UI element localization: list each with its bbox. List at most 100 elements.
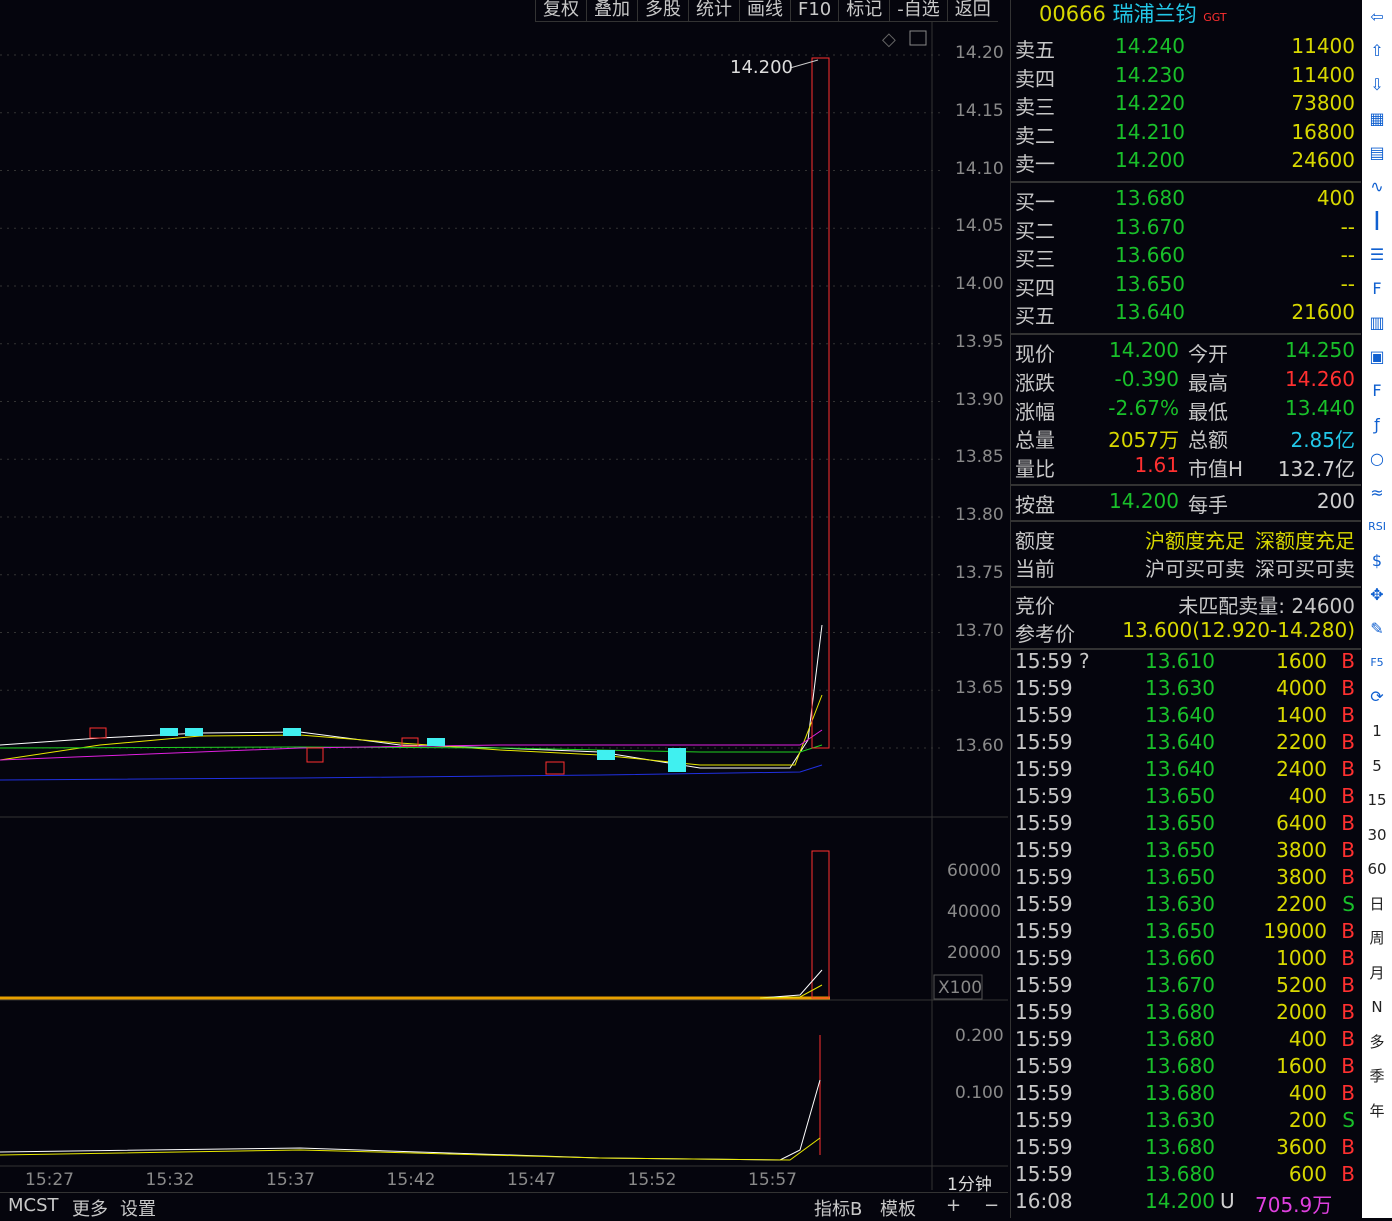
quote-value: 14.200 (1109, 489, 1179, 513)
quote-value: 15:59 ? (1015, 649, 1090, 673)
sector-icon[interactable]: ▥ (1362, 306, 1392, 340)
up-arrow-icon[interactable]: ⇧ (1362, 34, 1392, 68)
quote-value: 14.210 (1115, 119, 1185, 144)
quote-value: B (1341, 703, 1355, 727)
stat-row: 涨幅 -2.67% 最低 13.440 (1015, 396, 1357, 424)
toolbar-button[interactable]: -自选 (889, 0, 947, 21)
quote-value: 最高 (1188, 370, 1228, 395)
quote-value: 13.630 (1145, 676, 1215, 700)
circle-icon[interactable]: ○ (1362, 442, 1392, 476)
quote-value: 13.640 (1145, 703, 1215, 727)
quote-value: 200 (1288, 1108, 1327, 1132)
quote-value: 19000 (1263, 919, 1327, 943)
bottom-tab[interactable]: 设置 (120, 1195, 156, 1221)
toolbar-button[interactable]: 复权 (535, 0, 586, 21)
trade-row: 15:59 13.680 400 B (1015, 1081, 1357, 1109)
layout-toggle-icon[interactable] (909, 30, 927, 46)
period-button[interactable]: 15 (1362, 783, 1392, 818)
grid-icon[interactable]: ▤ (1362, 136, 1392, 170)
wave-icon[interactable]: ≈ (1362, 476, 1392, 510)
quote-value: 买一 (1015, 190, 1055, 214)
quote-value: 13.660 (1145, 946, 1215, 970)
notes-icon[interactable]: ▣ (1362, 340, 1392, 374)
trade-row: 15:59 13.680 3600 B (1015, 1135, 1357, 1163)
quote-value: 总额 (1188, 428, 1228, 453)
period-button[interactable]: 日 (1362, 887, 1392, 922)
bottom-button[interactable]: − (984, 1195, 999, 1216)
volume-axis-label: 40000 (947, 902, 1002, 922)
refresh-icon[interactable]: ⟳ (1362, 680, 1392, 714)
quote-value: 深可买可卖 (1255, 557, 1355, 581)
back-arrow-icon[interactable]: ⇦ (1362, 0, 1392, 34)
period-button[interactable]: 5 (1362, 749, 1392, 784)
quote-value: 15:59 (1015, 1081, 1073, 1105)
price-axis-label: 13.60 (955, 736, 1004, 756)
formula-icon[interactable]: ƒ (1362, 408, 1392, 442)
toolbar-button[interactable]: 统计 (688, 0, 739, 21)
bottom-tab[interactable]: MCST (8, 1195, 59, 1216)
move-icon[interactable]: ✥ (1362, 578, 1392, 612)
bottom-button[interactable]: + (946, 1195, 961, 1216)
toolbar-button[interactable]: 多股 (637, 0, 688, 21)
quote-value: B (1341, 649, 1355, 673)
down-arrow-icon[interactable]: ⇩ (1362, 68, 1392, 102)
f5-icon[interactable]: F5 (1362, 646, 1392, 680)
dollar-icon[interactable]: $ (1362, 544, 1392, 578)
line-chart-icon[interactable]: ∿ (1362, 170, 1392, 204)
trade-row: 15:59 13.650 6400 B (1015, 811, 1357, 839)
kline-chart[interactable]: 14.200 ◇ X100 (0, 22, 1008, 1190)
quote-value: 15:59 (1015, 1027, 1073, 1051)
diamond-icon[interactable]: ◇ (882, 29, 896, 50)
bottom-button[interactable]: 指标B (814, 1195, 862, 1221)
quote-value: 总量 (1015, 428, 1055, 453)
quote-value: 705.9万 (1255, 1193, 1333, 1217)
trade-row: 15:59 13.630 4000 B (1015, 676, 1357, 704)
toolbar-button[interactable]: F10 (790, 0, 838, 21)
candles (89, 57, 830, 775)
period-button[interactable]: 周 (1362, 921, 1392, 956)
table-icon[interactable]: ▦ (1362, 102, 1392, 136)
period-button[interactable]: N (1362, 990, 1392, 1025)
quote-value: 涨幅 (1015, 399, 1055, 424)
quote-value: 11400 (1291, 34, 1355, 58)
period-button[interactable]: 30 (1362, 818, 1392, 853)
quote-value: 13.680 (1145, 1027, 1215, 1051)
quote-value: -- (1340, 214, 1355, 239)
bottom-button[interactable]: 模板 (880, 1195, 916, 1221)
stat-row: 量比 1.61 市值H 132.7亿 (1015, 453, 1357, 481)
candle-icon[interactable]: ┃ (1362, 204, 1392, 238)
quote-value: 14.200 (1109, 338, 1179, 362)
period-button[interactable]: 月 (1362, 956, 1392, 991)
quote-panel: 00666 瑞浦兰钧 GGT 卖五 14.240 11400 卖四 14.230 1140… (1010, 0, 1361, 1218)
quote-value: B (1341, 865, 1355, 889)
period-button[interactable]: 年 (1362, 1094, 1392, 1129)
period-button[interactable]: 季 (1362, 1059, 1392, 1094)
quote-value: B (1341, 946, 1355, 970)
period-button[interactable]: 多 (1362, 1025, 1392, 1060)
period-button[interactable]: 60 (1362, 852, 1392, 887)
quote-value: 200 (1316, 489, 1355, 513)
quote-value: 竞价 (1015, 594, 1055, 618)
quote-value: 14.200 (1115, 148, 1185, 172)
toolbar-button[interactable]: 叠加 (586, 0, 637, 21)
toolbar-button[interactable]: 标记 (838, 0, 889, 21)
right-toolbar: ⇦ ⇧ ⇩ ▦ ▤ ∿ ┃ ☰ F ▥ ▣ Fƒ ○ ≈ RSI $ ✥ ✎ F5 ⟳ 1 5 15 30 60 日周月 N 多季年 (1362, 0, 1392, 1218)
trade-row: 15:59 13.650 3800 B (1015, 865, 1357, 893)
f10-icon[interactable]: F (1362, 272, 1392, 306)
bottom-tab[interactable]: 更多 (72, 1195, 108, 1221)
ma-line-yellow (0, 694, 823, 766)
toolbar-button[interactable]: 画线 (739, 0, 790, 21)
toolbar-button[interactable]: 返回 (946, 0, 998, 21)
list-icon[interactable]: ☰ (1362, 238, 1392, 272)
quote-value: 买二 (1015, 218, 1055, 243)
pencil-icon[interactable]: ✎ (1362, 612, 1392, 646)
trade-row: 15:59 13.680 400 B (1015, 1027, 1357, 1055)
period-button[interactable]: 1 (1362, 714, 1392, 749)
trade-row: 15:59 13.640 1400 B (1015, 703, 1357, 731)
indicator-axis-label: 0.200 (955, 1026, 1004, 1046)
rsi-icon[interactable]: RSI (1362, 510, 1392, 544)
quote-value: 13.650 (1145, 784, 1215, 808)
quote-value: 3800 (1276, 838, 1327, 862)
f12-icon[interactable]: F (1362, 374, 1392, 408)
quote-value: 量比 (1015, 457, 1055, 482)
